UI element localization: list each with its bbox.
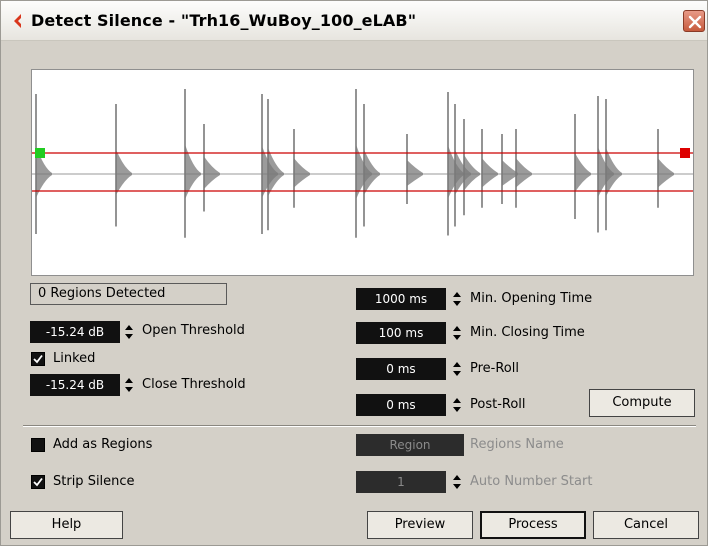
min-closing-time-spinner[interactable] (450, 322, 464, 344)
title-bar: Detect Silence - "Trh16_WuBoy_100_eLAB" (1, 1, 707, 41)
open-threshold-spinner[interactable] (122, 321, 136, 343)
waveform-display[interactable] (31, 69, 694, 276)
detect-silence-dialog: Detect Silence - "Trh16_WuBoy_100_eLAB" … (0, 0, 708, 546)
checkmark-icon (33, 477, 43, 487)
min-closing-time-field[interactable]: 100 ms (356, 322, 446, 344)
post-roll-field[interactable]: 0 ms (356, 394, 446, 416)
help-button[interactable]: Help (10, 511, 123, 539)
post-roll-label: Post-Roll (470, 397, 526, 412)
open-threshold-handle (35, 148, 45, 158)
transient-tail (294, 158, 310, 188)
region-name-field[interactable]: Region (356, 434, 464, 456)
linked-checkbox[interactable] (31, 352, 45, 366)
spinner-arrows-icon (453, 398, 461, 412)
open-threshold-field[interactable]: -15.24 dB (30, 321, 120, 343)
process-button[interactable]: Process (480, 511, 586, 539)
transient-tail (364, 149, 380, 195)
cancel-button[interactable]: Cancel (593, 511, 699, 539)
waveform-transients (35, 89, 674, 238)
pre-roll-spinner[interactable] (450, 358, 464, 380)
spinner-arrows-icon (125, 325, 133, 339)
compute-button[interactable]: Compute (589, 389, 695, 417)
transient-tail (116, 149, 132, 195)
spinner-arrows-icon (453, 475, 461, 489)
preview-button[interactable]: Preview (367, 511, 473, 539)
add-as-regions-checkbox[interactable] (31, 438, 45, 452)
transient-tail (464, 154, 480, 191)
transient-tail (516, 158, 532, 188)
min-opening-time-spinner[interactable] (450, 288, 464, 310)
transient-tail (658, 158, 674, 188)
min-closing-time-label: Min. Closing Time (470, 325, 585, 340)
min-opening-time-label: Min. Opening Time (470, 291, 593, 306)
pre-roll-label: Pre-Roll (470, 361, 519, 376)
strip-silence-label: Strip Silence (53, 474, 135, 489)
close-button[interactable] (683, 10, 705, 32)
window-title: Detect Silence - "Trh16_WuBoy_100_eLAB" (31, 11, 417, 30)
close-threshold-spinner[interactable] (122, 374, 136, 396)
regions-detected-display: 0 Regions Detected (30, 283, 227, 305)
add-as-regions-label: Add as Regions (53, 437, 153, 452)
auto-number-start-field[interactable]: 1 (356, 471, 446, 493)
transient-tail (575, 153, 591, 192)
min-opening-time-field[interactable]: 1000 ms (356, 288, 446, 310)
checkmark-icon (33, 354, 43, 364)
close-threshold-label: Close Threshold (142, 377, 246, 392)
regions-detected-text: 0 Regions Detected (38, 286, 166, 301)
transient-tail (204, 156, 220, 189)
post-roll-spinner[interactable] (450, 394, 464, 416)
cubase-logo-icon (14, 14, 21, 28)
spinner-arrows-icon (125, 378, 133, 392)
transient-tail (268, 147, 284, 197)
transient-tail (482, 158, 498, 188)
pre-roll-field[interactable]: 0 ms (356, 358, 446, 380)
close-icon (688, 15, 702, 29)
linked-label: Linked (53, 351, 96, 366)
waveform-graph (32, 89, 693, 238)
spinner-arrows-icon (453, 362, 461, 376)
region-name-label: Regions Name (470, 437, 564, 452)
transient-tail (407, 160, 423, 186)
separator (23, 425, 696, 427)
strip-silence-checkbox[interactable] (31, 475, 45, 489)
open-threshold-label: Open Threshold (142, 323, 245, 338)
auto-number-start-label: Auto Number Start (470, 474, 593, 489)
spinner-arrows-icon (453, 292, 461, 306)
close-threshold-handle (680, 148, 690, 158)
spinner-arrows-icon (453, 326, 461, 340)
transient-tail (606, 147, 622, 197)
auto-number-start-spinner[interactable] (450, 471, 464, 493)
close-threshold-field[interactable]: -15.24 dB (30, 374, 120, 396)
